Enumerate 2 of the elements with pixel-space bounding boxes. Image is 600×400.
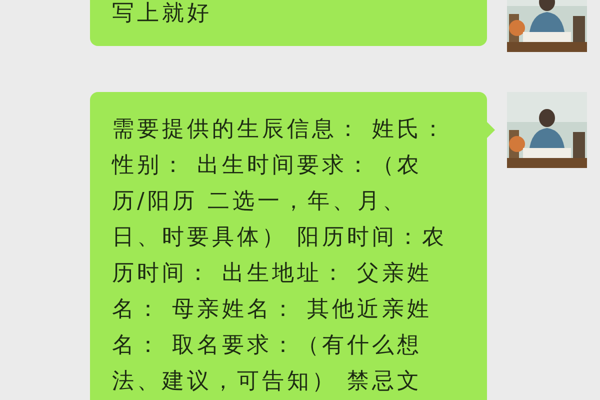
message-text: 需要提供的生辰信息： 姓氏：性别： 出生时间要求：（农历/阳历 二选一，年、月、日、时要具体） 阳历时间：农历时间： 出生地址： 父亲姓名： 母亲姓名： 其他近亲姓名： 取名要求：（有什么想法、建议，可告知） 禁忌文 xyxy=(112,116,448,396)
message-text: 写上就好 xyxy=(112,0,213,28)
